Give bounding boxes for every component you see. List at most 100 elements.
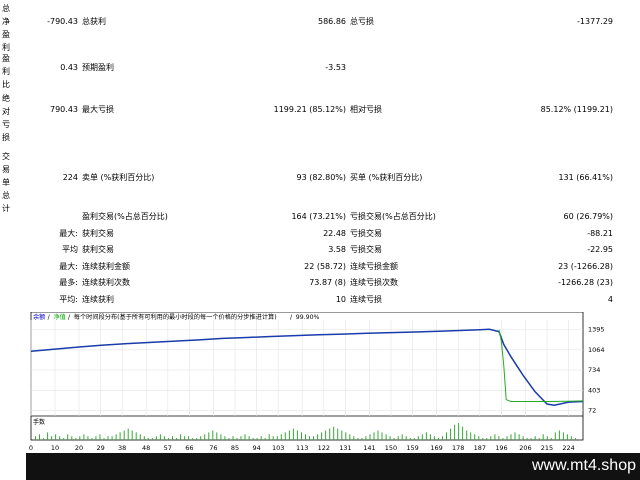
volume-bar xyxy=(256,438,258,440)
volume-bar xyxy=(433,436,435,440)
volume-bar xyxy=(301,432,302,440)
legend-item: 99.90% xyxy=(296,314,320,321)
volume-bar xyxy=(131,430,133,440)
volume-bar xyxy=(309,436,310,440)
row-key-2: 获利交易 xyxy=(82,229,114,238)
row-key-3: 总亏损 xyxy=(350,17,374,26)
legend-item: 余额 xyxy=(33,313,46,321)
volume-bar xyxy=(155,436,157,440)
x-tick-label: 187 xyxy=(474,444,486,452)
volume-bar xyxy=(296,430,298,440)
volume-bar xyxy=(59,436,61,440)
x-tick-label: 94 xyxy=(252,444,260,452)
volume-bar xyxy=(498,436,500,440)
volume-bar xyxy=(413,438,415,440)
volume-bar xyxy=(454,424,456,440)
footer-watermark: www.mt4.shop xyxy=(531,457,636,474)
row-key-3: 相对亏损 xyxy=(350,105,382,114)
volume-bar xyxy=(450,428,452,440)
row-value-2: 586.86 xyxy=(318,17,346,26)
volume-bar xyxy=(55,434,57,440)
volume-bar xyxy=(260,436,262,440)
volume-bar xyxy=(208,432,210,440)
volume-bar xyxy=(67,434,69,440)
row-key-2: 连续获利次数 xyxy=(82,278,130,287)
volume-bar xyxy=(425,432,427,440)
volume-bar xyxy=(200,436,202,440)
volume-bar xyxy=(115,434,117,440)
row-value-3: 23 (-1266.28) xyxy=(558,262,613,271)
volume-bar xyxy=(558,430,560,440)
volume-bar xyxy=(361,438,363,440)
legend-item: 每个时间段分布(基于所有可利用的最小时段的每一个价格的分步推进计算) xyxy=(74,313,277,321)
volume-bar xyxy=(409,438,411,440)
footer-left-spacer xyxy=(0,453,26,480)
volume-bar xyxy=(71,436,73,440)
volume-bar xyxy=(276,436,278,440)
x-tick-label: 150 xyxy=(385,444,397,452)
volume-bar xyxy=(341,430,343,440)
volume-bar xyxy=(212,430,214,440)
volume-bar xyxy=(506,436,508,440)
row-key-3: 连续亏损金额 xyxy=(350,262,398,271)
volume-bar xyxy=(530,438,532,440)
row-key-2: 获利交易 xyxy=(82,245,114,254)
volume-bar xyxy=(373,432,375,440)
volume-bar xyxy=(107,436,109,440)
volume-bar xyxy=(482,438,484,440)
volume-bar xyxy=(490,436,492,440)
row-prefix: 最多: xyxy=(59,278,78,287)
x-tick-label: 103 xyxy=(272,444,284,452)
volume-bar xyxy=(147,438,149,440)
row-prefix: 最大: xyxy=(59,262,78,271)
volume-bar xyxy=(429,434,431,440)
row-value-3: -1377.29 xyxy=(577,17,613,26)
volume-bar xyxy=(417,436,419,440)
volume-bar xyxy=(111,436,113,440)
x-tick-label: 38 xyxy=(118,444,126,452)
volume-bar xyxy=(329,428,331,440)
row-value-2: 1199.21 (85.12%) xyxy=(273,105,346,114)
volume-bar xyxy=(119,432,121,440)
volume-bar xyxy=(325,430,327,440)
row-value-3: 4 xyxy=(607,295,613,304)
volume-bar xyxy=(462,426,464,440)
volume-bar xyxy=(87,436,89,440)
volume-bar xyxy=(385,434,387,440)
plot-frame xyxy=(30,312,584,441)
volume-bar xyxy=(570,436,572,440)
x-tick-label: 113 xyxy=(296,444,308,452)
row-value-2: 22.48 xyxy=(323,229,346,238)
volume-bar xyxy=(168,438,169,440)
y-tick-label: 734 xyxy=(588,366,600,374)
volume-bar xyxy=(502,438,504,440)
row-label: 绝对亏损 xyxy=(2,94,10,142)
volume-bar xyxy=(188,436,190,440)
volume-bar xyxy=(393,438,395,440)
volume-bar xyxy=(83,434,85,440)
volume-bar xyxy=(474,434,476,440)
volume-bar xyxy=(288,430,290,440)
row-prefix: 最大: xyxy=(59,229,78,238)
x-tick-label: 10 xyxy=(51,444,59,452)
volume-bar xyxy=(554,432,556,440)
volume-bar xyxy=(236,438,238,440)
volume-bar xyxy=(163,436,165,440)
equity-chart: 余额 / 净值 / 每个时间段分布(基于所有可利用的最小时段的每一个价格的分步推进计算)… xyxy=(29,312,605,452)
row-key-3: 连续亏损次数 xyxy=(350,278,398,287)
row-value-3: 60 (26.79%) xyxy=(563,212,613,221)
volume-bar xyxy=(397,436,399,440)
volume-bar xyxy=(47,432,49,440)
volume-bar xyxy=(349,434,351,440)
volume-bar xyxy=(317,434,319,440)
volume-bar xyxy=(248,436,250,440)
row-key-3: 亏损交易 xyxy=(350,229,382,238)
volume-bar xyxy=(127,428,129,440)
volume-bar xyxy=(268,434,270,440)
volume-bar xyxy=(123,430,125,440)
volume-bar xyxy=(470,432,472,440)
row-value-2: 10 xyxy=(335,295,346,304)
volume-bar xyxy=(240,436,242,440)
volume-bar xyxy=(353,436,355,440)
row-key-2: 总获利 xyxy=(82,17,106,26)
